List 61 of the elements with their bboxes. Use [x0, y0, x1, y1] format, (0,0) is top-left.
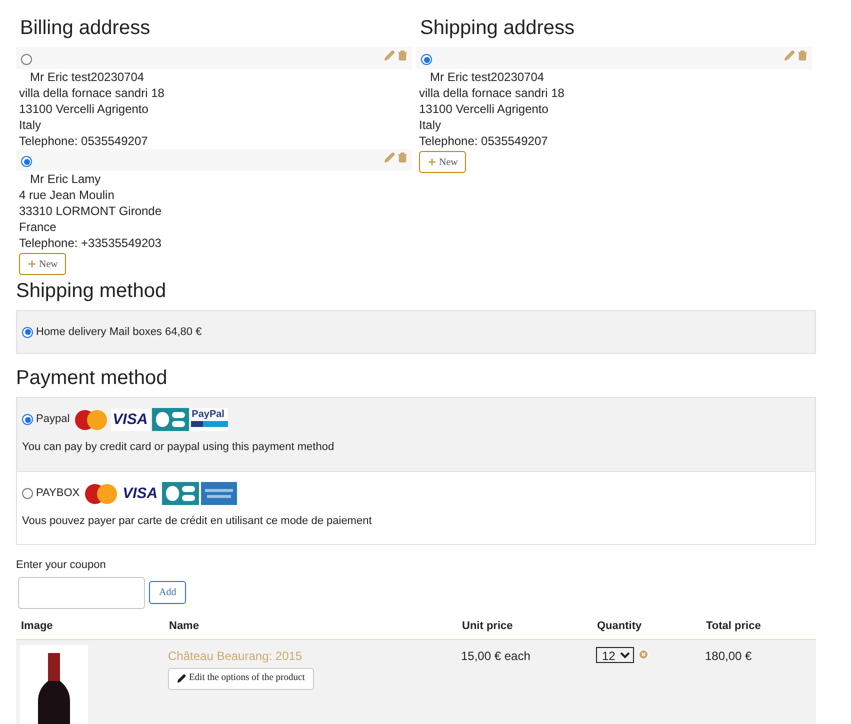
- payment-description: Vous pouvez payer par carte de crédit en utilisant ce mode de paiement: [22, 514, 372, 529]
- cb-logo-icon: [152, 408, 189, 431]
- radio-button[interactable]: [22, 326, 33, 338]
- column-header: Quantity: [597, 619, 642, 634]
- column-header: Total price: [706, 619, 761, 634]
- plus-icon: [27, 259, 37, 269]
- cb-logo-icon: [162, 482, 199, 505]
- address-line: 13100 Vercelli Agrigento: [19, 101, 148, 117]
- address-line: villa della fornace sandri 18: [419, 85, 564, 101]
- new-button[interactable]: New: [419, 151, 466, 173]
- address-name: Mr Eric Lamy: [30, 171, 101, 187]
- address-line: 33310 LORMONT Gironde: [19, 203, 162, 219]
- new-button[interactable]: New: [19, 253, 66, 275]
- address-line: Telephone: 0535549207: [19, 133, 148, 149]
- column-header: Name: [169, 619, 199, 634]
- address-line: Italy: [419, 117, 442, 133]
- radio-button[interactable]: [22, 488, 33, 499]
- address-name: Mr Eric test20230704: [430, 69, 544, 85]
- address-line: villa della fornace sandri 18: [19, 85, 164, 101]
- delete-icon[interactable]: [797, 50, 808, 61]
- quantity-select[interactable]: 12: [596, 646, 634, 662]
- radio-button[interactable]: [421, 54, 432, 65]
- payment-option-label: Paypal: [36, 412, 70, 428]
- unit-price: 15,00 € each: [461, 648, 530, 664]
- radio-button[interactable]: [21, 156, 32, 167]
- amex-logo-icon: [200, 482, 237, 505]
- delete-icon[interactable]: [397, 152, 408, 163]
- address-line: 4 rue Jean Moulin: [19, 187, 114, 203]
- section-title: Shipping address: [420, 16, 575, 40]
- payment-option-label: PAYBOX: [36, 486, 80, 502]
- address-line: Italy: [19, 117, 42, 133]
- address-line: Telephone: 0535549207: [419, 133, 548, 149]
- edit-icon[interactable]: [784, 50, 795, 61]
- column-header: Unit price: [462, 619, 513, 634]
- column-header: Image: [21, 619, 53, 634]
- section-title: Billing address: [20, 16, 150, 40]
- address-line: France: [19, 219, 56, 235]
- section-title: Shipping method: [16, 279, 166, 303]
- remove-icon[interactable]: [638, 648, 649, 660]
- radio-button[interactable]: [21, 54, 32, 65]
- shipping-option-label: Home delivery Mail boxes 64,80 €: [36, 324, 202, 340]
- radio-button[interactable]: [22, 414, 33, 425]
- mastercard-logo-icon: [82, 482, 119, 504]
- add-button[interactable]: Add: [149, 581, 186, 604]
- pencil-icon: [177, 674, 186, 683]
- edit-icon[interactable]: [384, 152, 395, 163]
- plus-icon: [427, 157, 437, 167]
- mastercard-logo-icon: [72, 408, 109, 430]
- address-line: 13100 Vercelli Agrigento: [419, 101, 548, 117]
- address-line: Telephone: +33535549203: [19, 235, 162, 251]
- payment-description: You can pay by credit card or paypal using this payment method: [22, 440, 334, 455]
- coupon-label: Enter your coupon: [16, 558, 106, 573]
- visa-logo: VISA: [110, 408, 150, 430]
- total-price: 180,00 €: [705, 648, 752, 664]
- paypal-logo: PayPal: [190, 408, 228, 431]
- coupon-field[interactable]: [18, 576, 145, 608]
- edit-icon[interactable]: [384, 50, 395, 61]
- delete-icon[interactable]: [397, 50, 408, 61]
- section-title: Payment method: [16, 366, 168, 390]
- edit-options-button[interactable]: Edit the options of the product: [168, 668, 314, 690]
- address-name: Mr Eric test20230704: [30, 69, 144, 85]
